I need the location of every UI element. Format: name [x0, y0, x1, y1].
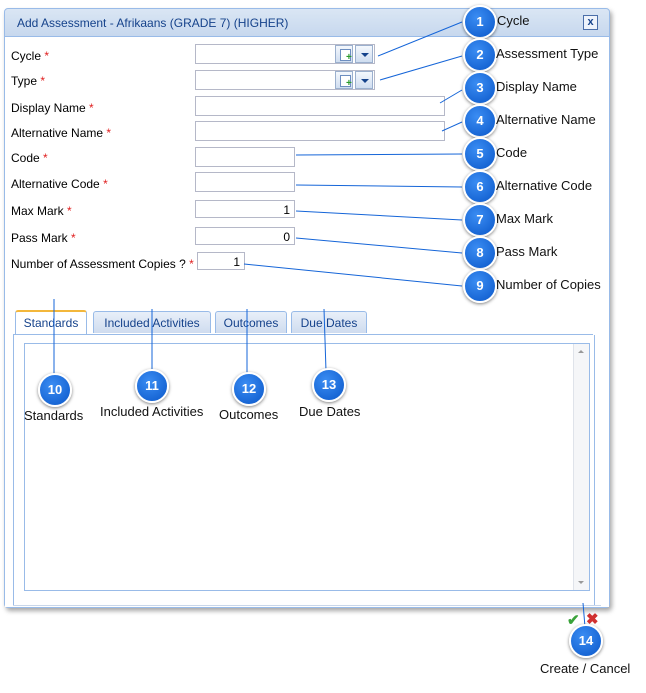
callout-badge: 14 [569, 624, 603, 658]
callout-badge: 7 [463, 203, 497, 237]
callout-badge: 13 [312, 368, 346, 402]
callout-caption: Outcomes [219, 407, 279, 422]
callout-caption: Assessment Type [496, 46, 599, 61]
callout-caption: Display Name [496, 79, 577, 94]
callout-badge: 9 [463, 269, 497, 303]
callout-badge: 8 [463, 236, 497, 270]
callout-caption: Max Mark [496, 211, 554, 226]
callout-badge: 4 [463, 104, 497, 138]
callout-badge: 11 [135, 369, 169, 403]
callout-caption: Code [496, 145, 528, 160]
callout-caption: Number of Copies [496, 277, 601, 292]
callout-caption: Included Activities [100, 404, 204, 419]
callout-badge: 3 [463, 71, 497, 105]
callout-badge: 6 [463, 170, 497, 204]
callout-caption: Cycle [497, 13, 530, 28]
callout-lines [53, 21, 586, 628]
callout-badge: 5 [463, 137, 497, 171]
callout-caption: Alternative Code [496, 178, 593, 193]
callout-badge: 2 [463, 38, 497, 72]
callout-caption: Standards [24, 408, 84, 423]
callout-caption: Pass Mark [496, 244, 558, 259]
callout-badge: 10 [38, 373, 72, 407]
callout-caption: Create / Cancel [540, 661, 631, 676]
callout-caption: Alternative Name [496, 112, 596, 127]
callout-badge: 1 [463, 5, 497, 39]
callout-badge: 12 [232, 372, 266, 406]
callout-caption: Due Dates [299, 404, 361, 419]
